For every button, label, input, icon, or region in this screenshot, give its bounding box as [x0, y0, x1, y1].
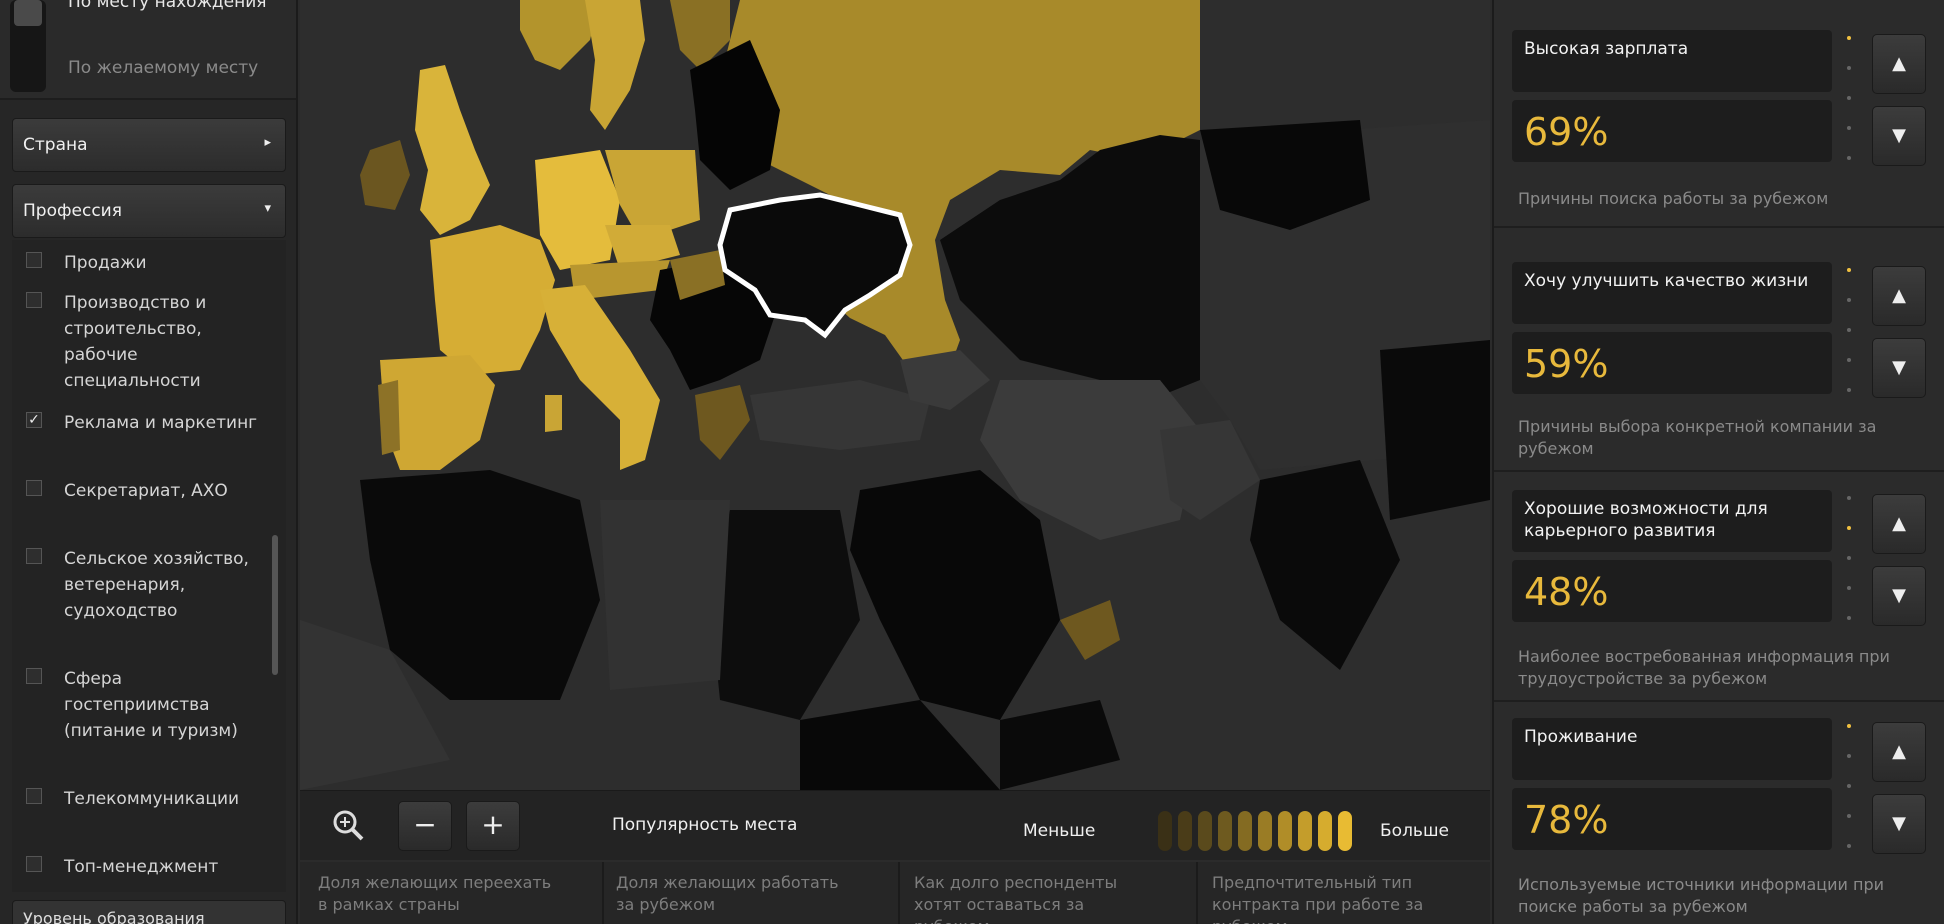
list-item-label: Секретариат, АХО	[64, 481, 228, 501]
legend-swatch	[1238, 811, 1252, 851]
next-button[interactable]: ▼	[1872, 106, 1926, 166]
checkbox-checked[interactable]: ✓	[26, 412, 42, 428]
legend-swatch	[1198, 811, 1212, 851]
switch-knob[interactable]	[14, 0, 42, 26]
legend-swatch	[1318, 811, 1332, 851]
previous-button[interactable]: ▲	[1872, 722, 1926, 782]
list-item-label: Топ-менеджмент	[64, 857, 219, 877]
divider	[1494, 700, 1944, 702]
zoom-in-icon[interactable]	[328, 807, 368, 847]
map-controls-bar: − + Популярность места Меньше Больше	[300, 790, 1490, 860]
list-item-label: Сфера гостеприимства (питание и туризм)	[64, 669, 238, 741]
list-item-label: Продажи	[64, 253, 147, 273]
stat-caption[interactable]: Используемые источники информации при по…	[1518, 874, 1928, 918]
tab-relocate-within-country[interactable]: Доля желающих переехать в рамках страны	[318, 872, 558, 916]
profession-list-scrollbar[interactable]	[272, 535, 278, 675]
previous-button[interactable]: ▲	[1872, 494, 1926, 554]
divider	[1494, 470, 1944, 472]
legend-swatch	[1338, 811, 1352, 851]
previous-button[interactable]: ▲	[1872, 266, 1926, 326]
stat-title: Высокая зарплата	[1512, 30, 1832, 92]
chevron-down-icon: ▾	[264, 201, 271, 216]
legend-more-label: Больше	[1380, 821, 1449, 841]
country-dropdown[interactable]: Страна ▸	[12, 118, 286, 172]
next-button[interactable]: ▼	[1872, 566, 1926, 626]
stat-title: Хорошие возможности для карьерного разви…	[1512, 490, 1832, 552]
list-item-label: Производство и строительство, рабочие сп…	[64, 293, 207, 391]
pagination-dots	[1847, 724, 1853, 854]
tab-contract-type[interactable]: Предпочтительный тип контракта при работ…	[1212, 872, 1452, 924]
stats-panel: Высокая зарплата 69% ▲ ▼ Причины поиска …	[1492, 0, 1944, 924]
checkbox[interactable]	[26, 252, 42, 268]
region-east-asia	[1380, 340, 1490, 520]
legend-swatch	[1178, 811, 1192, 851]
pagination-dots	[1847, 36, 1853, 166]
legend-swatch	[1218, 811, 1232, 851]
profession-dropdown[interactable]: Профессия ▾	[12, 184, 286, 238]
stat-caption[interactable]: Наиболее востребованная информация при т…	[1518, 646, 1928, 690]
chevron-right-icon: ▸	[264, 135, 271, 150]
stat-title: Хочу улучшить качество жизни	[1512, 262, 1832, 324]
stat-card: Высокая зарплата 69% ▲ ▼	[1512, 30, 1942, 170]
next-button[interactable]: ▼	[1872, 794, 1926, 854]
legend-swatch	[1278, 811, 1292, 851]
checkbox[interactable]	[26, 788, 42, 804]
previous-button[interactable]: ▲	[1872, 34, 1926, 94]
stat-card: Хочу улучшить качество жизни 59% ▲ ▼	[1512, 262, 1942, 402]
list-item-label: Сельское хозяйство, ветеренария, судоход…	[64, 549, 249, 621]
stat-value: 48%	[1512, 560, 1832, 622]
stat-caption[interactable]: Причины выбора конкретной компании за ру…	[1518, 416, 1928, 460]
stat-card: Проживание 78% ▲ ▼	[1512, 718, 1942, 858]
pagination-dots	[1847, 496, 1853, 626]
list-item-label: Реклама и маркетинг	[64, 413, 258, 433]
education-dropdown-label: Уровень образования	[23, 909, 205, 924]
tab-divider	[898, 862, 900, 924]
zoom-in-button[interactable]: +	[466, 801, 520, 851]
filter-sidebar: По месту нахождения По желаемому месту С…	[0, 0, 298, 924]
checkbox[interactable]	[26, 548, 42, 564]
checkbox[interactable]	[26, 668, 42, 684]
stat-value: 69%	[1512, 100, 1832, 162]
legend-swatch	[1258, 811, 1272, 851]
tab-stay-duration[interactable]: Как долго респонденты хотят оставаться з…	[914, 872, 1154, 924]
country-dropdown-label: Страна	[23, 135, 88, 155]
region-libya	[600, 500, 730, 690]
pagination-dots	[1847, 268, 1853, 398]
stat-value: 59%	[1512, 332, 1832, 394]
stat-caption[interactable]: Причины поиска работы за рубежом	[1518, 188, 1928, 210]
checkbox[interactable]	[26, 480, 42, 496]
tab-work-abroad[interactable]: Доля желающих работать за рубежом	[616, 872, 856, 916]
region-sardinia	[545, 395, 562, 432]
checkbox[interactable]	[26, 292, 42, 308]
divider	[1494, 226, 1944, 228]
profession-list: Продажи Производство и строительство, ра…	[12, 240, 286, 892]
profession-dropdown-label: Профессия	[23, 201, 122, 221]
map-canvas[interactable]	[300, 0, 1490, 790]
location-mode-switch[interactable]: По месту нахождения По желаемому месту	[0, 0, 296, 100]
zoom-out-button[interactable]: −	[398, 801, 452, 851]
tab-divider	[602, 862, 604, 924]
stat-value: 78%	[1512, 788, 1832, 850]
tab-divider	[1196, 862, 1198, 924]
option-current-location[interactable]: По месту нахождения	[68, 0, 267, 12]
stat-card: Хорошие возможности для карьерного разви…	[1512, 490, 1942, 630]
stat-title: Проживание	[1512, 718, 1832, 780]
legend-swatch	[1298, 811, 1312, 851]
map-metric-tabs: Доля желающих переехать в рамках страны …	[300, 862, 1490, 924]
education-dropdown[interactable]: Уровень образования	[12, 900, 286, 924]
legend-less-label: Меньше	[1023, 821, 1096, 841]
option-desired-location[interactable]: По желаемому месту	[68, 58, 258, 78]
legend-swatch	[1158, 811, 1172, 851]
next-button[interactable]: ▼	[1872, 338, 1926, 398]
popularity-legend-title: Популярность места	[612, 815, 798, 835]
checkbox[interactable]	[26, 856, 42, 872]
list-item-label: Телекоммуникации	[64, 789, 240, 809]
world-map[interactable]	[300, 0, 1490, 790]
